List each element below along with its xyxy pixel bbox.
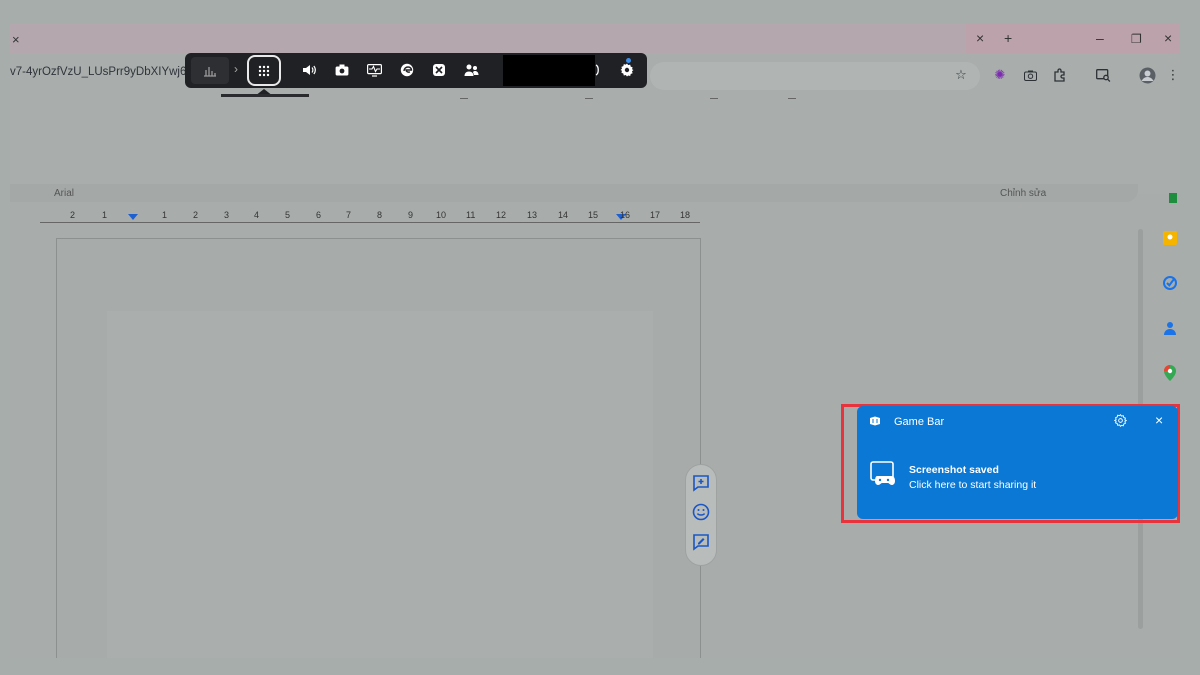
emoji-reaction-icon[interactable] xyxy=(692,503,710,526)
settings-gear-icon[interactable] xyxy=(619,62,635,78)
reading-mode-icon[interactable] xyxy=(1095,67,1111,83)
game-bar-toolbar: › xyxy=(185,53,647,97)
ruler-number: 2 xyxy=(70,210,76,220)
toast-body: Click here to start sharing it xyxy=(909,479,1037,491)
minimize-button[interactable]: – xyxy=(1096,30,1104,46)
toast-settings-icon[interactable] xyxy=(1113,414,1128,430)
ruler-baseline xyxy=(40,222,700,223)
widget-menu-underline xyxy=(221,94,309,97)
ruler-number: 7 xyxy=(346,210,352,220)
ruler-number: 1 xyxy=(102,210,108,220)
toast-close-icon[interactable]: × xyxy=(1155,412,1163,428)
tab-close-button[interactable]: × xyxy=(12,32,20,47)
toast-app-name: Game Bar xyxy=(894,416,945,428)
screenshot-gamepad-icon xyxy=(869,460,897,488)
performance-monitor-icon[interactable] xyxy=(366,62,382,78)
window-close-button[interactable]: × xyxy=(1164,30,1172,46)
browser-menu-icon[interactable]: ⋮ xyxy=(1165,67,1180,83)
suggest-edit-icon[interactable] xyxy=(692,533,710,556)
extension-icon[interactable]: ✺ xyxy=(992,67,1008,83)
ruler-number: 13 xyxy=(527,210,538,220)
tab-close-button-active[interactable]: × xyxy=(976,30,984,46)
omnibox[interactable] xyxy=(650,62,980,90)
widget-menu-button[interactable] xyxy=(247,55,281,86)
edge-browser-icon[interactable] xyxy=(399,62,415,78)
maximize-button[interactable]: ❐ xyxy=(1131,32,1142,46)
tab-strip-controls: × + – ❐ × xyxy=(966,24,1180,54)
menu-item[interactable] xyxy=(585,98,593,99)
font-selector[interactable]: Arial xyxy=(54,188,74,199)
menu-item[interactable] xyxy=(710,98,718,99)
docs-header xyxy=(10,98,1180,194)
ruler-number: 9 xyxy=(408,210,414,220)
xbox-social-icon[interactable] xyxy=(431,62,447,78)
menu-item[interactable] xyxy=(460,98,468,99)
capture-camera-icon[interactable] xyxy=(334,62,350,78)
game-bar-performance-button[interactable] xyxy=(191,57,229,84)
party-people-icon[interactable] xyxy=(463,62,479,78)
contacts-icon[interactable] xyxy=(1162,320,1178,336)
tasks-icon[interactable] xyxy=(1162,275,1178,291)
document-body[interactable] xyxy=(107,311,653,658)
ruler-number: 17 xyxy=(650,210,661,220)
camera-extension-icon[interactable] xyxy=(1022,67,1038,83)
ruler-number: 1 xyxy=(162,210,168,220)
ruler-number: 18 xyxy=(680,210,691,220)
editing-mode-selector[interactable]: Chỉnh sửa xyxy=(1000,188,1046,199)
ruler-number: 8 xyxy=(377,210,383,220)
audio-icon[interactable] xyxy=(301,62,317,78)
ruler-number: 16 xyxy=(620,210,631,220)
floating-comment-toolbar xyxy=(685,464,717,566)
record-indicator-icon[interactable] xyxy=(590,62,606,78)
ruler-number: 3 xyxy=(224,210,230,220)
extensions-puzzle-icon[interactable] xyxy=(1052,67,1068,83)
dimmed-screen: × × + – ❐ × v7-4yrOzfVzU_LUsPrr9yDbXIYwj… xyxy=(10,24,1180,658)
ruler-number: 2 xyxy=(193,210,199,220)
ruler-number: 12 xyxy=(496,210,507,220)
keep-icon[interactable] xyxy=(1162,230,1178,246)
settings-notification-dot xyxy=(626,58,631,63)
document-page[interactable] xyxy=(56,238,701,658)
profile-avatar[interactable] xyxy=(1138,66,1156,84)
redacted-area xyxy=(503,55,595,86)
ruler-number: 10 xyxy=(436,210,447,220)
menu-item[interactable] xyxy=(788,98,796,99)
maps-icon[interactable] xyxy=(1162,365,1178,381)
ruler-number: 4 xyxy=(254,210,260,220)
ruler-number: 15 xyxy=(588,210,599,220)
ruler-number: 6 xyxy=(316,210,322,220)
ruler-number: 5 xyxy=(285,210,291,220)
sheets-icon[interactable] xyxy=(1162,190,1178,206)
bookmark-star-icon[interactable]: ☆ xyxy=(953,67,969,83)
add-comment-icon[interactable] xyxy=(692,474,710,497)
chevron-right-icon[interactable]: › xyxy=(234,62,238,76)
new-tab-button[interactable]: + xyxy=(1004,30,1012,46)
game-bar-app-icon xyxy=(869,416,881,429)
left-indent-marker[interactable] xyxy=(128,214,138,220)
browser-tab-strip: × × + – ❐ × xyxy=(10,24,1180,54)
ruler-number: 14 xyxy=(558,210,569,220)
horizontal-ruler: 2 1 1 2 3 4 5 6 7 8 9 10 11 12 13 14 15 … xyxy=(40,208,710,224)
game-bar-notification-toast[interactable]: Game Bar × Screenshot saved Click here t… xyxy=(857,406,1178,519)
formatting-toolbar xyxy=(10,184,1138,202)
url-text[interactable]: v7-4yrOzfVzU_LUsPrr9yDbXIYwj6Ho xyxy=(10,66,201,78)
ruler-number: 11 xyxy=(466,210,476,220)
toast-title: Screenshot saved xyxy=(909,464,999,476)
